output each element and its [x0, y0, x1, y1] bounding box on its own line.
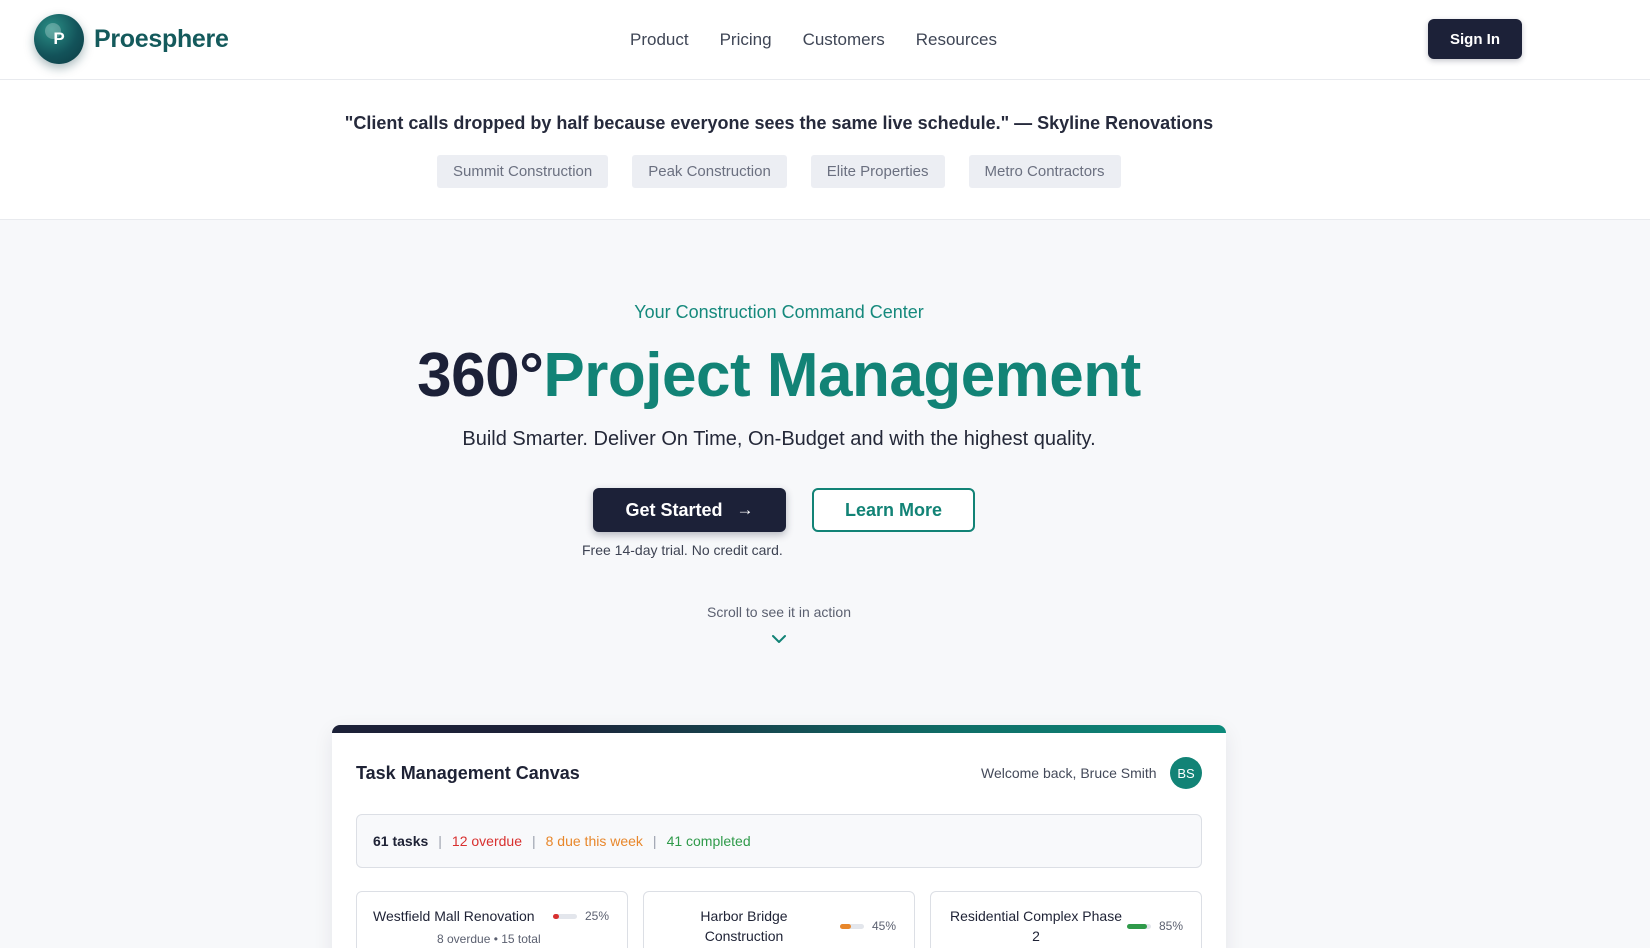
project-card[interactable]: Residential Complex Phase 2 85%	[930, 891, 1202, 948]
brand-logo[interactable]: P Proesphere	[34, 14, 229, 64]
logo-badge-icon: P	[34, 14, 84, 64]
task-stats-bar: 61 tasks | 12 overdue | 8 due this week …	[356, 814, 1202, 868]
project-progress-bar	[1127, 924, 1151, 929]
sign-in-button[interactable]: Sign In	[1428, 19, 1522, 59]
canvas-title: Task Management Canvas	[356, 763, 580, 783]
hero-title-dark: 360°	[417, 341, 544, 410]
learn-more-button[interactable]: Learn More	[812, 488, 975, 532]
customer-logo: Summit Construction	[437, 155, 609, 188]
customer-logo: Metro Contractors	[968, 155, 1121, 188]
project-progress-bar	[553, 914, 577, 919]
project-card[interactable]: Harbor Bridge Construction 45%	[643, 891, 915, 948]
nav-item-resources[interactable]: Resources	[916, 30, 997, 50]
scroll-hint: Scroll to see it in action	[707, 604, 851, 620]
stat-total: 61 tasks	[373, 833, 429, 849]
arrow-right-icon: →	[736, 500, 754, 519]
project-card[interactable]: Westfield Mall Renovation 25% 8 overdue …	[356, 891, 628, 948]
nav-item-product[interactable]: Product	[630, 30, 689, 50]
hero-eyebrow: Your Construction Command Center	[634, 302, 924, 322]
testimonial-quote: "Client calls dropped by half because ev…	[344, 113, 1214, 133]
welcome-message: Welcome back, Bruce Smith	[981, 765, 1157, 781]
get-started-button[interactable]: Get Started →	[593, 488, 786, 532]
project-name: Harbor Bridge Construction	[700, 908, 788, 944]
project-progress-label: 25%	[585, 909, 610, 923]
stat-separator: |	[652, 833, 657, 849]
stat-due-week[interactable]: 8 due this week	[546, 833, 643, 849]
project-name: Residential Complex Phase 2	[950, 908, 1122, 944]
avatar[interactable]: BS	[1170, 757, 1202, 789]
stat-overdue[interactable]: 12 overdue	[452, 833, 522, 849]
trial-note: Free 14-day trial. No credit card.	[582, 542, 783, 558]
stat-completed[interactable]: 41 completed	[667, 833, 751, 849]
nav-item-customers[interactable]: Customers	[803, 30, 885, 50]
project-progress-label: 85%	[1159, 919, 1184, 933]
task-management-canvas: Task Management Canvas Welcome back, Bru…	[332, 725, 1226, 948]
testimonial-strip: "Client calls dropped by half because ev…	[0, 80, 1650, 220]
project-progress-label: 45%	[872, 919, 897, 933]
customer-logo: Peak Construction	[632, 155, 787, 188]
hero-subtitle: Build Smarter. Deliver On Time, On-Budge…	[462, 428, 1096, 450]
hero-title-teal: Project Management	[543, 341, 1141, 410]
brand-name: Proesphere	[94, 24, 229, 53]
hero-title: 360°Project Management	[0, 338, 1558, 414]
top-header: P Proesphere Product Pricing Customers R…	[0, 0, 1650, 80]
stat-separator: |	[531, 833, 536, 849]
project-progress-fill	[553, 914, 559, 919]
project-name: Westfield Mall Renovation	[373, 908, 535, 924]
get-started-label: Get Started	[625, 499, 723, 520]
nav-item-pricing[interactable]: Pricing	[720, 30, 772, 50]
customer-logo: Elite Properties	[810, 155, 945, 188]
project-progress-fill	[840, 924, 851, 929]
stat-separator: |	[438, 833, 442, 849]
canvas-accent-bar	[332, 725, 1226, 733]
project-progress-fill	[1127, 924, 1148, 929]
project-meta: 8 overdue • 15 total	[437, 932, 541, 946]
customer-logos: Summit Construction Peak Construction El…	[437, 155, 1145, 188]
main-nav: Product Pricing Customers Resources	[630, 0, 1028, 80]
chevron-down-icon[interactable]	[771, 634, 787, 644]
project-progress-bar	[840, 924, 864, 929]
